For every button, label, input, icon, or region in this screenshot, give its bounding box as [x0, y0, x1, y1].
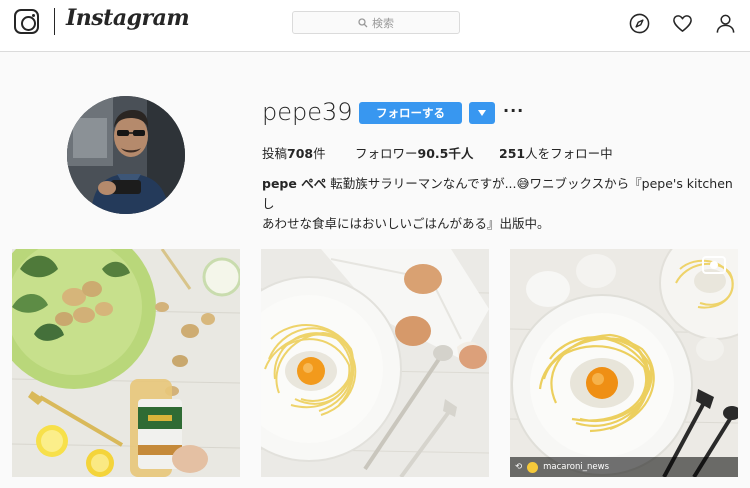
posts-count: 708	[287, 146, 314, 161]
bio-line-1: pepe ぺぺ 転勤族サラリーマンなんですが...😅ワニブックスから『pepe'…	[262, 174, 740, 214]
following-count: 251	[499, 146, 526, 161]
credit-avatar	[527, 461, 539, 473]
post-credit-bar: ⟲ macaroni_news	[510, 457, 738, 477]
top-navigation-bar: Instagram 検索	[0, 0, 750, 52]
instagram-wordmark[interactable]: Instagram	[66, 5, 190, 31]
credit-username[interactable]: macaroni_news	[543, 462, 609, 472]
search-icon	[358, 17, 368, 27]
person-icon[interactable]	[715, 13, 736, 34]
followers-prefix: フォロワー	[355, 146, 418, 161]
post-thumbnail-1[interactable]	[12, 249, 240, 477]
followers-count: 90.5千人	[417, 146, 474, 161]
posts-prefix: 投稿	[262, 146, 288, 161]
heart-icon[interactable]	[672, 13, 693, 34]
following-suffix: 人をフォロー中	[525, 146, 613, 161]
post-photo-3	[510, 249, 738, 477]
more-options-button[interactable]: ···	[503, 101, 524, 121]
bio-text-1: 転勤族サラリーマンなんですが...😅ワニブックスから『pepe's kitche…	[262, 176, 733, 211]
profile-bio: pepe ぺぺ 転勤族サラリーマンなんですが...😅ワニブックスから『pepe'…	[262, 174, 740, 234]
logo-divider	[54, 8, 55, 35]
compass-icon[interactable]	[629, 13, 650, 34]
post-thumbnail-3[interactable]: ⟲ macaroni_news	[510, 249, 738, 477]
search-placeholder: 検索	[372, 16, 394, 30]
suggestions-dropdown-button[interactable]	[469, 102, 495, 124]
followers-stat[interactable]: フォロワー90.5千人	[355, 143, 473, 162]
repost-icon: ⟲	[515, 462, 523, 472]
triangle-down-icon	[478, 110, 486, 116]
post-photo-1	[12, 249, 240, 477]
posts-suffix: 件	[313, 146, 326, 161]
instagram-logo-icon[interactable]	[14, 9, 39, 34]
post-photo-2	[261, 249, 489, 477]
follow-button[interactable]: フォローする	[359, 102, 462, 124]
profile-username: pepe39	[262, 98, 353, 126]
bio-text-2: あわせな食卓にはおいしいごはんがある』出版中。	[262, 216, 550, 231]
profile-full-name: pepe ぺぺ	[262, 176, 327, 191]
avatar[interactable]	[67, 96, 185, 214]
search-input[interactable]: 検索	[292, 11, 460, 34]
avatar-photo	[67, 96, 185, 214]
following-stat[interactable]: 251人をフォロー中	[499, 143, 613, 162]
posts-stat: 投稿708件	[262, 143, 326, 162]
nav-icons	[629, 13, 736, 34]
post-thumbnail-2[interactable]	[261, 249, 489, 477]
